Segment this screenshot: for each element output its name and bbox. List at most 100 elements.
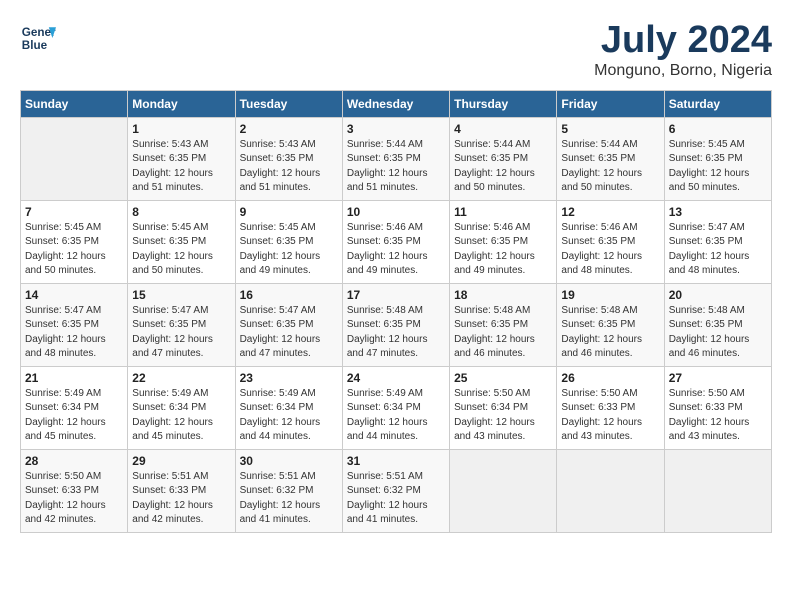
day-number: 17 [347, 288, 445, 302]
calendar-cell: 10 Sunrise: 5:46 AMSunset: 6:35 PMDayligh… [342, 200, 449, 283]
day-number: 23 [240, 371, 338, 385]
calendar-cell: 6Sunrise: 5:45 AMSunset: 6:35 PMDaylight… [664, 117, 771, 200]
day-number: 19 [561, 288, 659, 302]
calendar-cell [557, 449, 664, 532]
week-row-3: 14 Sunrise: 5:47 AMSunset: 6:35 PMDayligh… [21, 283, 772, 366]
calendar-cell: 7Sunrise: 5:45 AMSunset: 6:35 PMDaylight… [21, 200, 128, 283]
weekday-header-row: SundayMondayTuesdayWednesdayThursdayFrid… [21, 90, 772, 117]
calendar-cell: 20 Sunrise: 5:48 AMSunset: 6:35 PMDayligh… [664, 283, 771, 366]
calendar-cell: 17 Sunrise: 5:48 AMSunset: 6:35 PMDayligh… [342, 283, 449, 366]
day-number: 29 [132, 454, 230, 468]
day-number: 6 [669, 122, 767, 136]
calendar-cell: 16Sunrise: 5:47 AMSunset: 6:35 PMDayligh… [235, 283, 342, 366]
day-number: 24 [347, 371, 445, 385]
day-number: 3 [347, 122, 445, 136]
calendar-cell: 12Sunrise: 5:46 AMSunset: 6:35 PMDayligh… [557, 200, 664, 283]
day-number: 8 [132, 205, 230, 219]
weekday-header-thursday: Thursday [450, 90, 557, 117]
logo-icon: General Blue [20, 20, 56, 56]
calendar-cell: 27Sunrise: 5:50 AMSunset: 6:33 PMDayligh… [664, 366, 771, 449]
day-info: Sunrise: 5:48 AMSunset: 6:35 PMDaylight:… [669, 304, 767, 362]
calendar-cell [21, 117, 128, 200]
day-info: Sunrise: 5:47 AMSunset: 6:35 PMDaylight:… [25, 304, 123, 362]
calendar-cell: 24 Sunrise: 5:49 AMSunset: 6:34 PMDayligh… [342, 366, 449, 449]
title-area: July 2024 Monguno, Borno, Nigeria [594, 20, 772, 80]
day-number: 20 [669, 288, 767, 302]
day-info: Sunrise: 5:47 AMSunset: 6:35 PMDaylight:… [132, 304, 230, 362]
day-number: 22 [132, 371, 230, 385]
calendar-cell: 31 Sunrise: 5:51 AMSunset: 6:32 PMDayligh… [342, 449, 449, 532]
day-info: Sunrise: 5:51 AMSunset: 6:32 PMDaylight:… [347, 470, 445, 528]
day-info: Sunrise: 5:44 AMSunset: 6:35 PMDaylight:… [454, 138, 552, 196]
day-info: Sunrise: 5:43 AMSunset: 6:35 PMDaylight:… [132, 138, 230, 196]
day-number: 21 [25, 371, 123, 385]
calendar-cell: 30Sunrise: 5:51 AMSunset: 6:32 PMDayligh… [235, 449, 342, 532]
day-number: 9 [240, 205, 338, 219]
month-year: July 2024 [594, 20, 772, 62]
day-info: Sunrise: 5:50 AMSunset: 6:33 PMDaylight:… [669, 387, 767, 445]
day-number: 28 [25, 454, 123, 468]
day-info: Sunrise: 5:49 AMSunset: 6:34 PMDaylight:… [240, 387, 338, 445]
calendar-cell: 5 Sunrise: 5:44 AMSunset: 6:35 PMDaylight… [557, 117, 664, 200]
weekday-header-tuesday: Tuesday [235, 90, 342, 117]
day-number: 16 [240, 288, 338, 302]
day-number: 1 [132, 122, 230, 136]
day-number: 2 [240, 122, 338, 136]
day-info: Sunrise: 5:44 AMSunset: 6:35 PMDaylight:… [347, 138, 445, 196]
week-row-4: 21 Sunrise: 5:49 AMSunset: 6:34 PMDayligh… [21, 366, 772, 449]
svg-text:Blue: Blue [22, 39, 48, 52]
calendar-cell: 1 Sunrise: 5:43 AMSunset: 6:35 PMDaylight… [128, 117, 235, 200]
day-info: Sunrise: 5:46 AMSunset: 6:35 PMDaylight:… [347, 221, 445, 279]
calendar-cell: 26 Sunrise: 5:50 AMSunset: 6:33 PMDayligh… [557, 366, 664, 449]
calendar-cell: 22Sunrise: 5:49 AMSunset: 6:34 PMDayligh… [128, 366, 235, 449]
day-number: 13 [669, 205, 767, 219]
weekday-header-sunday: Sunday [21, 90, 128, 117]
calendar-cell: 28 Sunrise: 5:50 AMSunset: 6:33 PMDayligh… [21, 449, 128, 532]
weekday-header-monday: Monday [128, 90, 235, 117]
day-number: 26 [561, 371, 659, 385]
day-number: 14 [25, 288, 123, 302]
calendar-cell: 3 Sunrise: 5:44 AMSunset: 6:35 PMDaylight… [342, 117, 449, 200]
day-number: 4 [454, 122, 552, 136]
day-number: 7 [25, 205, 123, 219]
calendar-cell: 25Sunrise: 5:50 AMSunset: 6:34 PMDayligh… [450, 366, 557, 449]
day-number: 12 [561, 205, 659, 219]
calendar-cell [450, 449, 557, 532]
calendar-cell: 23 Sunrise: 5:49 AMSunset: 6:34 PMDayligh… [235, 366, 342, 449]
weekday-header-wednesday: Wednesday [342, 90, 449, 117]
day-number: 5 [561, 122, 659, 136]
calendar-cell: 21 Sunrise: 5:49 AMSunset: 6:34 PMDayligh… [21, 366, 128, 449]
day-info: Sunrise: 5:50 AMSunset: 6:34 PMDaylight:… [454, 387, 552, 445]
day-info: Sunrise: 5:50 AMSunset: 6:33 PMDaylight:… [25, 470, 123, 528]
day-info: Sunrise: 5:49 AMSunset: 6:34 PMDaylight:… [347, 387, 445, 445]
calendar-table: SundayMondayTuesdayWednesdayThursdayFrid… [20, 90, 772, 533]
calendar-cell: 2Sunrise: 5:43 AMSunset: 6:35 PMDaylight… [235, 117, 342, 200]
day-number: 10 [347, 205, 445, 219]
day-info: Sunrise: 5:48 AMSunset: 6:35 PMDaylight:… [454, 304, 552, 362]
calendar-cell: 29 Sunrise: 5:51 AMSunset: 6:33 PMDayligh… [128, 449, 235, 532]
location: Monguno, Borno, Nigeria [594, 62, 772, 80]
day-info: Sunrise: 5:46 AMSunset: 6:35 PMDaylight:… [454, 221, 552, 279]
day-number: 31 [347, 454, 445, 468]
day-info: Sunrise: 5:49 AMSunset: 6:34 PMDaylight:… [25, 387, 123, 445]
logo: General Blue [20, 20, 56, 56]
day-number: 15 [132, 288, 230, 302]
day-info: Sunrise: 5:47 AMSunset: 6:35 PMDaylight:… [669, 221, 767, 279]
day-number: 11 [454, 205, 552, 219]
calendar-cell: 14 Sunrise: 5:47 AMSunset: 6:35 PMDayligh… [21, 283, 128, 366]
calendar-cell: 19Sunrise: 5:48 AMSunset: 6:35 PMDayligh… [557, 283, 664, 366]
week-row-2: 7 Sunrise: 5:45 AMSunset: 6:35 PMDaylight… [21, 200, 772, 283]
calendar-cell: 18Sunrise: 5:48 AMSunset: 6:35 PMDayligh… [450, 283, 557, 366]
header: General Blue July 2024 Monguno, Borno, N… [20, 20, 772, 80]
calendar-cell: 11 Sunrise: 5:46 AMSunset: 6:35 PMDayligh… [450, 200, 557, 283]
weekday-header-saturday: Saturday [664, 90, 771, 117]
day-info: Sunrise: 5:51 AMSunset: 6:33 PMDaylight:… [132, 470, 230, 528]
calendar-cell: 4 Sunrise: 5:44 AMSunset: 6:35 PMDaylight… [450, 117, 557, 200]
day-info: Sunrise: 5:44 AMSunset: 6:35 PMDaylight:… [561, 138, 659, 196]
week-row-5: 28 Sunrise: 5:50 AMSunset: 6:33 PMDayligh… [21, 449, 772, 532]
day-info: Sunrise: 5:45 AMSunset: 6:35 PMDaylight:… [240, 221, 338, 279]
day-info: Sunrise: 5:50 AMSunset: 6:33 PMDaylight:… [561, 387, 659, 445]
day-info: Sunrise: 5:48 AMSunset: 6:35 PMDaylight:… [347, 304, 445, 362]
week-row-1: 1 Sunrise: 5:43 AMSunset: 6:35 PMDaylight… [21, 117, 772, 200]
day-info: Sunrise: 5:51 AMSunset: 6:32 PMDaylight:… [240, 470, 338, 528]
